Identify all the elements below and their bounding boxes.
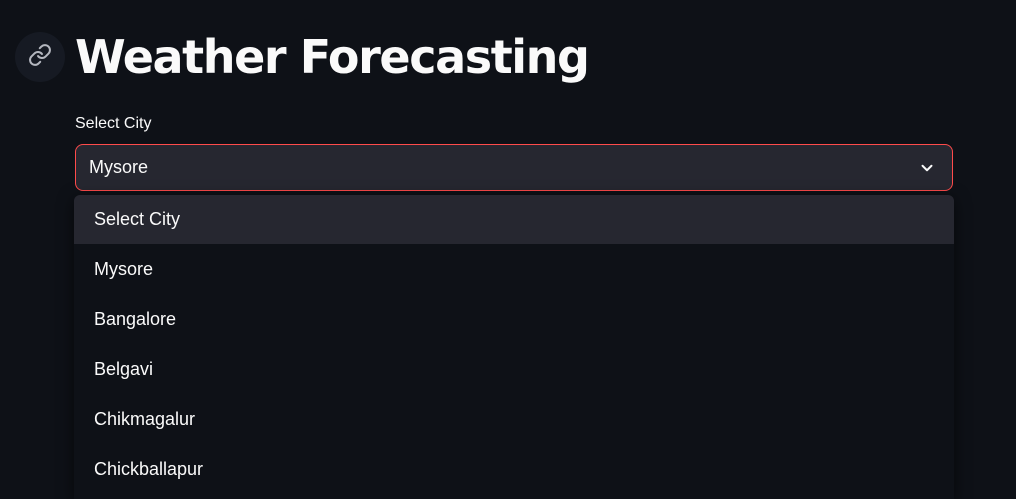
city-option-select-city[interactable]: Select City: [74, 195, 954, 244]
app-page: Weather Forecasting Select City Mysore S…: [0, 0, 1016, 499]
city-select-value: Mysore: [89, 157, 149, 177]
city-select-label: Select City: [75, 115, 152, 132]
page-title: Weather Forecasting: [75, 30, 590, 84]
city-option-bangalore[interactable]: Bangalore: [74, 294, 954, 344]
city-option-chikmagalur[interactable]: Chikmagalur: [74, 394, 954, 444]
city-select[interactable]: Mysore: [75, 144, 953, 191]
city-dropdown-menu: Select City Mysore Bangalore Belgavi Chi…: [74, 195, 954, 499]
city-option-mysore[interactable]: Mysore: [74, 244, 954, 294]
link-icon-button[interactable]: [15, 32, 65, 82]
city-options-list: Select City Mysore Bangalore Belgavi Chi…: [74, 195, 954, 494]
city-option-chickballapur[interactable]: Chickballapur: [74, 444, 954, 494]
city-option-belgavi[interactable]: Belgavi: [74, 344, 954, 394]
link-icon: [28, 43, 52, 72]
chevron-down-icon[interactable]: [918, 159, 936, 177]
